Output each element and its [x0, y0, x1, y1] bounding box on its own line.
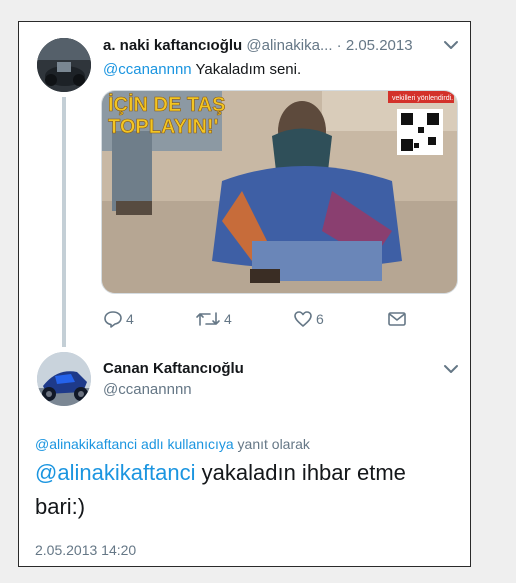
display-name[interactable]: Canan Kaftancıoğlu: [103, 359, 244, 379]
retweet-icon: [196, 312, 220, 326]
chevron-down-icon[interactable]: [442, 362, 460, 376]
direct-message-button[interactable]: [387, 307, 407, 331]
like-icon: [294, 311, 312, 327]
tweet-text: @alinakikaftanci yakaladın ihbar etme ba…: [35, 456, 455, 524]
tweet-header: a. naki kaftancıoğlu @alinakika... · 2.0…: [103, 36, 463, 56]
reply-to-suffix: yanıt olarak: [233, 436, 310, 452]
reply-icon: [104, 311, 122, 328]
like-count: 6: [316, 311, 324, 327]
tweet-body: Yakaladım seni.: [191, 61, 302, 78]
tweet-date[interactable]: · 2.05.2013: [337, 37, 413, 54]
retweet-count: 4: [224, 311, 232, 327]
reply-button[interactable]: 4: [103, 307, 134, 331]
chevron-down-icon[interactable]: [442, 38, 460, 52]
reply-count: 4: [126, 311, 134, 327]
tweet-text: @ccanannnn Yakaladım seni.: [103, 60, 301, 80]
tweet-photo[interactable]: vekilleri yönlendirdi. İÇİN DE TAŞ TOPLA…: [101, 90, 458, 294]
direct-message-icon: [388, 312, 406, 326]
image-headline-1: İÇİN DE TAŞ: [108, 93, 225, 116]
thread-line: [62, 97, 66, 347]
tweet-embed-card: a. naki kaftancıoğlu @alinakika... · 2.0…: [18, 21, 471, 567]
retweet-button[interactable]: 4: [195, 307, 232, 331]
mention-link[interactable]: @ccanannnn: [103, 61, 192, 78]
avatar[interactable]: [37, 352, 91, 406]
user-handle[interactable]: @ccanannnn: [103, 380, 192, 400]
tweet-actions: 4 4 6: [103, 307, 433, 331]
reply-context: @alinakikaftanci adlı kullanıcıya yanıt …: [35, 435, 310, 453]
image-caption: vekilleri yönlendirdi.: [392, 95, 453, 102]
mention-link[interactable]: @alinakikaftanci: [35, 460, 196, 485]
avatar[interactable]: [37, 38, 91, 92]
like-button[interactable]: 6: [293, 307, 324, 331]
image-headline-2: TOPLAYIN!': [108, 116, 218, 138]
display-name[interactable]: a. naki kaftancıoğlu: [103, 37, 242, 54]
user-handle[interactable]: @alinakika...: [246, 37, 332, 54]
tweet-timestamp[interactable]: 2.05.2013 14:20: [35, 541, 136, 559]
reply-to-link[interactable]: @alinakikaftanci adlı kullanıcıya: [35, 436, 234, 452]
